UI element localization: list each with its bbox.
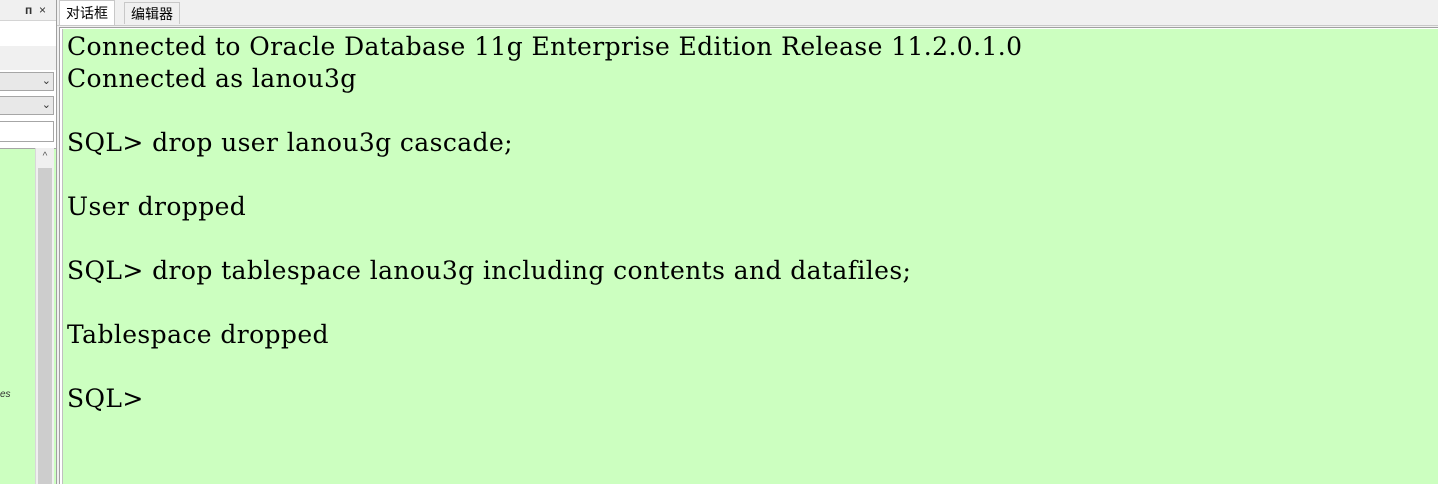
console-line: Connected to Oracle Database 11g Enterpr…: [67, 32, 1023, 61]
object-type-select[interactable]: ⌄: [0, 96, 54, 115]
panel-header: ᴨ ×: [0, 0, 56, 21]
console-line: SQL> drop tablespace lanou3g including c…: [67, 256, 912, 285]
chevron-down-icon: ⌄: [41, 75, 51, 87]
panel-toolbar-area: [0, 21, 56, 46]
tab-dialog[interactable]: 对话框: [59, 0, 115, 25]
close-icon[interactable]: ×: [39, 2, 46, 18]
command-output[interactable]: Connected to Oracle Database 11g Enterpr…: [62, 29, 1438, 484]
console-line: Tablespace dropped: [67, 320, 329, 349]
object-browser-panel: ᴨ × ⌄ ⌄ es ^: [0, 0, 57, 484]
pin-icon[interactable]: ᴨ: [25, 2, 32, 18]
tab-editor[interactable]: 编辑器: [124, 2, 180, 24]
owner-select[interactable]: ⌄: [0, 72, 54, 91]
console-line: SQL> drop user lanou3g cascade;: [67, 128, 513, 157]
sql-prompt[interactable]: SQL>: [67, 383, 144, 415]
chevron-down-icon: ⌄: [41, 99, 51, 111]
scroll-up-icon[interactable]: ^: [36, 150, 54, 164]
tree-scrollbar[interactable]: ^: [35, 148, 54, 484]
tree-item-label[interactable]: es: [0, 389, 11, 400]
console-line: Connected as lanou3g: [67, 64, 357, 93]
console-line: User dropped: [67, 192, 247, 221]
filter-input[interactable]: [0, 121, 54, 142]
sql-window: ᴨ × ⌄ ⌄ es ^ 对话框 编辑器 Connected to Oracle…: [0, 0, 1438, 484]
tab-strip: 对话框 编辑器: [57, 0, 1438, 26]
scrollbar-thumb[interactable]: [38, 168, 52, 484]
panel-separator: [0, 46, 56, 70]
